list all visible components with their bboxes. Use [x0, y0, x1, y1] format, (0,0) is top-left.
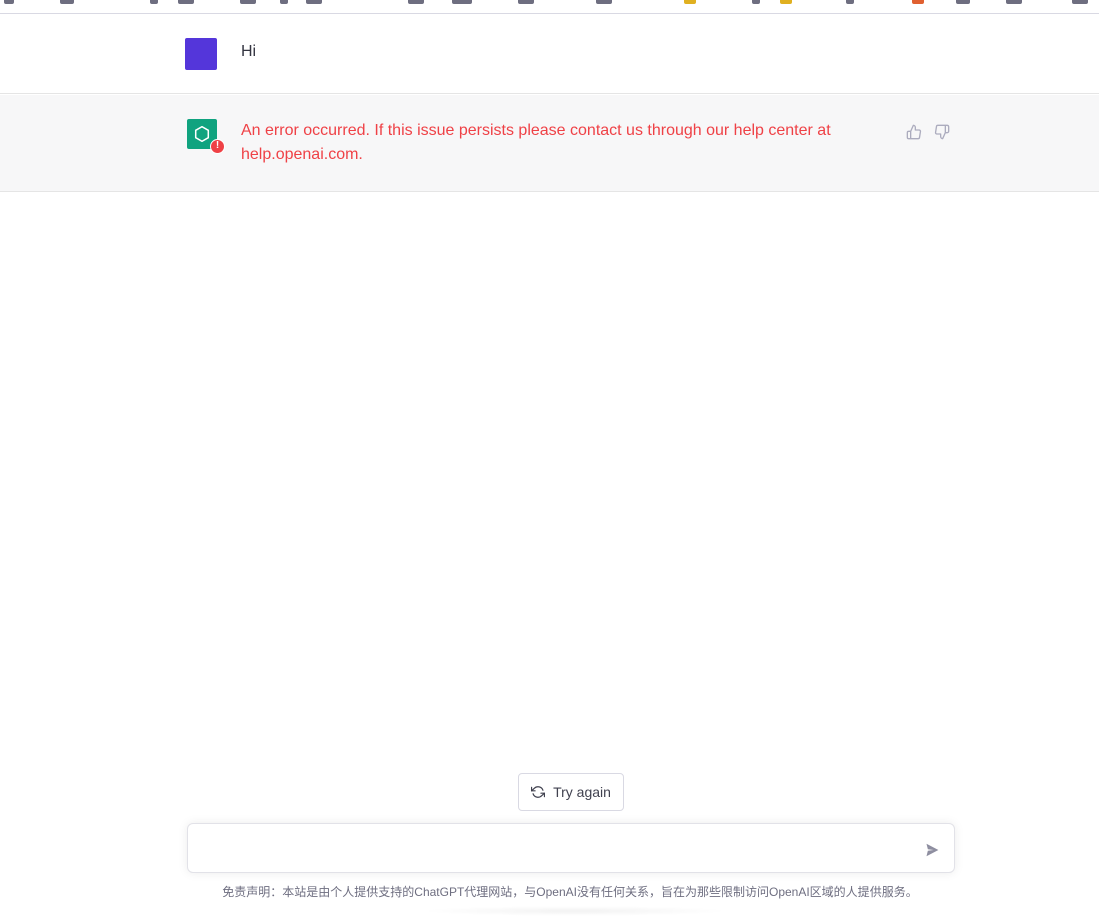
try-again-label: Try again: [553, 784, 611, 800]
refresh-icon: [531, 785, 546, 799]
bookmark-fragment: [280, 0, 288, 4]
bookmark-fragment: [452, 0, 472, 4]
bookmark-fragment: [150, 0, 158, 4]
assistant-message-row: ! An error occurred. If this issue persi…: [0, 95, 1099, 192]
bookmark-fragment: [408, 0, 424, 4]
bookmark-fragment: [752, 0, 760, 4]
bookmark-fragment: [1072, 0, 1088, 4]
try-again-button[interactable]: Try again: [518, 773, 624, 811]
footer-disclaimer: 免责声明：本站是由个人提供支持的ChatGPT代理网站，与OpenAI没有任何关…: [222, 885, 918, 899]
bookmark-fragment: [60, 0, 74, 4]
thumbs-down-icon[interactable]: [933, 123, 951, 141]
message-input[interactable]: [202, 837, 902, 861]
bookmark-fragment: [780, 0, 792, 4]
thumbs-up-icon[interactable]: [905, 123, 923, 141]
browser-bookmarks-strip: [0, 0, 1099, 14]
bottom-shadow: [420, 906, 730, 916]
bookmark-fragment: [596, 0, 612, 4]
bookmark-fragment: [912, 0, 924, 4]
user-message-text: Hi: [241, 43, 257, 60]
bookmark-fragment: [178, 0, 194, 4]
bookmark-fragment: [4, 0, 14, 4]
assistant-error-text: An error occurred. If this issue persist…: [241, 122, 831, 163]
send-button[interactable]: [923, 841, 941, 859]
error-icon: !: [210, 139, 225, 154]
user-avatar: [185, 38, 217, 70]
bookmark-fragment: [956, 0, 970, 4]
user-message-row: Hi: [0, 14, 1099, 94]
bookmark-fragment: [518, 0, 534, 4]
bookmark-fragment: [240, 0, 256, 4]
bookmark-fragment: [684, 0, 696, 4]
bookmark-fragment: [846, 0, 854, 4]
send-icon: [924, 842, 940, 858]
bookmark-fragment: [306, 0, 322, 4]
bookmark-fragment: [1006, 0, 1022, 4]
message-composer: [187, 823, 955, 873]
